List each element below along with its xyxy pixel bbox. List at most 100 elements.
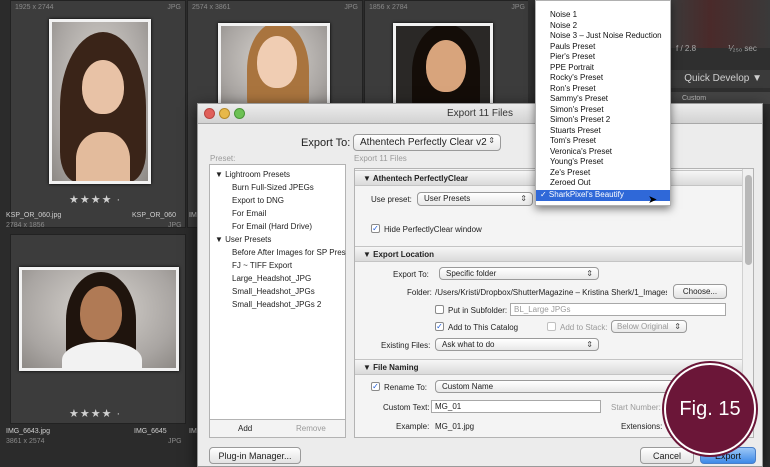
menu-item[interactable]: Veronica's Preset (536, 147, 670, 158)
cell-format: JPG (511, 4, 525, 11)
menu-item[interactable]: Noise 1 (536, 10, 670, 21)
use-preset-label: Use preset: (371, 195, 412, 204)
use-preset-value: User Presets (424, 194, 471, 203)
histogram (670, 0, 770, 48)
menu-item[interactable]: Ron's Preset (536, 84, 670, 95)
existing-files-label: Existing Files: (381, 341, 431, 350)
menu-item[interactable]: Rocky's Preset (536, 73, 670, 84)
plugin-manager-label: Plug-in Manager... (218, 451, 292, 461)
preset-group[interactable]: ▼ Lightroom Presets (215, 170, 290, 179)
subfolder-label: Put in Subfolder: (448, 306, 508, 315)
preset-item[interactable]: Burn Full-Sized JPEGs (232, 183, 314, 192)
grid-cell[interactable]: ★★★★ · (10, 234, 186, 424)
preset-item[interactable]: Small_Headshot_JPGs 2 (232, 300, 321, 309)
saved-preset-value: Custom (682, 95, 707, 102)
plugin-manager-button[interactable]: Plug-in Manager... (209, 447, 301, 464)
menu-item[interactable]: PPE Portrait (536, 63, 670, 74)
example-label: Example: (396, 422, 430, 431)
dialog-titlebar[interactable]: Export 11 Files (198, 104, 762, 124)
rename-label: Rename To: (384, 383, 427, 392)
remove-preset-button[interactable]: Remove (296, 424, 326, 433)
location-export-to-select[interactable]: Specific folder ⇕ (439, 267, 599, 280)
dialog-title: Export 11 Files (447, 108, 513, 119)
custom-text-input[interactable]: MG_01 (431, 400, 601, 413)
subfolder-input[interactable]: BL_Large JPGs (510, 303, 726, 316)
add-stack-checkbox[interactable] (547, 322, 556, 331)
section-header-export-location[interactable]: ▼ Export Location (355, 246, 742, 262)
rename-value: Custom Name (442, 382, 494, 391)
preset-item[interactable]: Before After Images for SP Pres (232, 248, 346, 257)
rating-stars[interactable]: ★★★★ · (69, 193, 121, 206)
stepper-icon: ⇕ (586, 340, 593, 349)
existing-files-select[interactable]: Ask what to do ⇕ (435, 338, 599, 351)
thumbnail-image[interactable] (393, 23, 493, 113)
location-export-to-label: Export To: (393, 270, 429, 279)
section-title: Athentech PerfectlyClear (372, 174, 468, 183)
folder-path[interactable]: /Users/Kristi/Dropbox/ShutterMagazine – … (435, 288, 667, 297)
menu-item[interactable]: Tom's Preset (536, 136, 670, 147)
menu-item[interactable]: Stuarts Preset (536, 126, 670, 137)
thumbnail-image[interactable] (218, 23, 330, 113)
file-name: IMG_6643.jpg (6, 428, 50, 435)
menu-item[interactable]: Pauls Preset (536, 42, 670, 53)
preset-item[interactable]: For Email (Hard Drive) (232, 222, 312, 231)
stack-select[interactable]: Below Original ⇕ (611, 320, 687, 333)
figure-badge: Fig. 15 (664, 363, 756, 455)
use-preset-select[interactable]: User Presets ⇕ (417, 192, 533, 206)
stepper-icon: ⇕ (586, 269, 593, 278)
export-to-select[interactable]: Athentech Perfectly Clear v2 ⇕ (353, 134, 501, 151)
file-name-peek: IM (189, 212, 197, 219)
preset-item[interactable]: FJ ~ TIFF Export (232, 261, 292, 270)
cell-format: JPG (167, 4, 181, 11)
shutter-readout: ⅟₂₅₀ sec (728, 44, 757, 53)
rating-stars[interactable]: ★★★★ · (69, 407, 121, 420)
thumbnail-image[interactable] (49, 19, 151, 184)
preset-item[interactable]: Large_Headshot_JPG (232, 274, 311, 283)
menu-item[interactable]: Noise 3 – Just Noise Reduction (536, 31, 670, 42)
quick-develop-header[interactable]: Quick Develop ▼ (670, 70, 770, 88)
preset-buttons: Add Remove (209, 420, 346, 438)
file-name: IMG_6645 (134, 428, 167, 435)
preset-item[interactable]: Small_Headshot_JPGs (232, 287, 315, 296)
export-to-value: Athentech Perfectly Clear v2 (360, 137, 487, 148)
file-name-peek: IM (189, 428, 197, 435)
preset-dropdown-menu: Noise 1 Noise 2 Noise 3 – Just Noise Red… (535, 0, 671, 206)
file-name: KSP_OR_060.jpg (6, 212, 62, 219)
menu-item[interactable]: Ze's Preset (536, 168, 670, 179)
cell-dims: 2574 x 3861 (192, 4, 231, 11)
cell-dims: 1856 x 2784 (369, 4, 408, 11)
thumbnail-image[interactable] (19, 267, 179, 371)
add-stack-label: Add to Stack: (560, 323, 608, 332)
custom-text-label: Custom Text: (383, 403, 430, 412)
file-name: KSP_OR_060 (132, 212, 176, 219)
preset-item[interactable]: For Email (232, 209, 266, 218)
menu-item[interactable]: Pier's Preset (536, 52, 670, 63)
add-preset-button[interactable]: Add (238, 424, 252, 433)
stepper-icon: ⇕ (488, 136, 495, 145)
hide-window-checkbox[interactable]: ✓ (371, 224, 380, 233)
scrollbar-thumb[interactable] (745, 175, 752, 265)
menu-item[interactable]: Simon's Preset 2 (536, 115, 670, 126)
menu-item[interactable]: Sammy's Preset (536, 94, 670, 105)
file-dims: 2784 x 1856 (6, 222, 45, 229)
stepper-icon: ⇕ (674, 322, 681, 331)
menu-item[interactable]: Noise 2 (536, 21, 670, 32)
section-title: File Naming (373, 363, 419, 372)
rename-checkbox[interactable]: ✓ (371, 382, 380, 391)
stack-value: Below Original (617, 322, 669, 331)
grid-cell[interactable]: 1925 x 2744 JPG ★★★★ · (10, 0, 186, 228)
menu-item[interactable]: Zeroed Out (536, 178, 670, 189)
menu-item[interactable]: Simon's Preset (536, 105, 670, 116)
rename-select[interactable]: Custom Name (435, 380, 675, 393)
menu-item[interactable]: Young's Preset (536, 157, 670, 168)
preset-item[interactable]: Export to DNG (232, 196, 284, 205)
choose-button[interactable]: Choose... (673, 284, 727, 299)
subfolder-checkbox[interactable] (435, 305, 444, 314)
aperture-readout: f / 2.8 (676, 44, 697, 53)
extensions-label: Extensions: (621, 422, 663, 431)
preset-group[interactable]: ▼ User Presets (215, 235, 271, 244)
add-catalog-checkbox[interactable]: ✓ (435, 322, 444, 331)
location-export-to-value: Specific folder (446, 269, 497, 278)
cancel-button[interactable]: Cancel (640, 447, 694, 464)
file-format: JPG (168, 438, 182, 445)
